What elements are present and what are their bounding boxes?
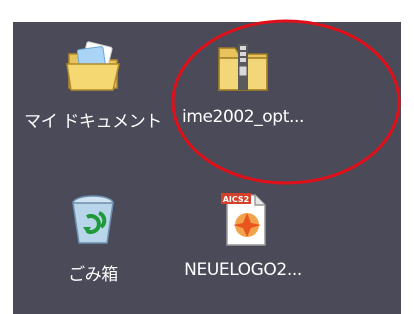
recycle-bin-icon: [72, 195, 114, 244]
desktop-icon-my-documents[interactable]: マイ ドキュメント: [13, 34, 178, 144]
icon-label-my-documents: マイ ドキュメント: [24, 112, 162, 132]
icon-label-ai-file: NEUELOGO2...: [184, 260, 302, 280]
file-badge-text: AICS2: [223, 195, 250, 204]
my-documents-folder-icon: [66, 41, 120, 91]
zip-folder-icon: [218, 44, 268, 91]
desktop: マイ ドキュメント ime2002_opt... ごみ箱 AICS2 NEUEL…: [13, 22, 401, 314]
icon-label-zip-folder: ime2002_opt...: [182, 107, 304, 127]
icon-label-recycle-bin: ごみ箱: [68, 265, 118, 285]
desktop-icon-recycle-bin[interactable]: ごみ箱: [13, 187, 178, 297]
desktop-icon-zip-folder[interactable]: ime2002_opt...: [158, 34, 328, 144]
ai-cs2-file-icon: AICS2: [221, 193, 266, 246]
desktop-icon-ai-file[interactable]: AICS2 NEUELOGO2...: [158, 187, 328, 297]
